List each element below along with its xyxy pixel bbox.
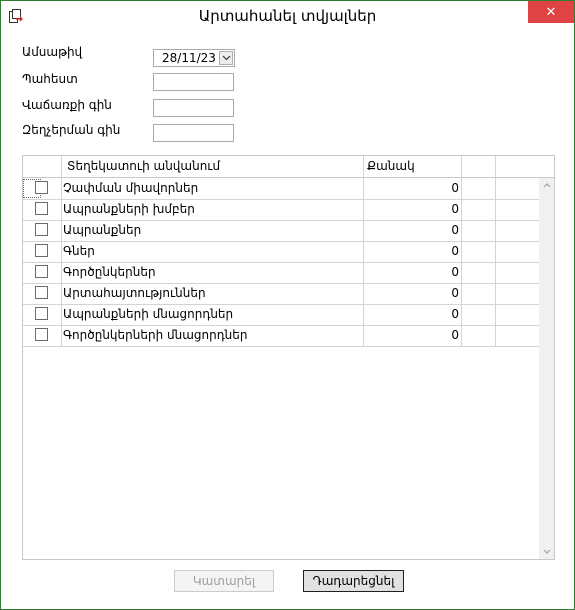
column-header-quantity[interactable]: Քանակ bbox=[367, 159, 415, 173]
row-quantity: 0 bbox=[451, 181, 459, 195]
vertical-scrollbar[interactable] bbox=[539, 178, 554, 559]
date-value: 28/11/23 bbox=[162, 51, 216, 65]
row-checkbox[interactable] bbox=[35, 328, 48, 341]
row-quantity: 0 bbox=[451, 244, 459, 258]
row-checkbox[interactable] bbox=[35, 181, 48, 194]
sale-price-input[interactable] bbox=[153, 99, 234, 117]
row-name: Արտահայտություններ bbox=[63, 286, 206, 300]
table-row[interactable]: Չափման միավորներ 0 bbox=[23, 178, 540, 200]
row-quantity: 0 bbox=[451, 223, 459, 237]
cancel-button-label: Դադարեցնել bbox=[312, 574, 395, 588]
chevron-down-icon[interactable] bbox=[219, 51, 233, 65]
close-icon: ✕ bbox=[545, 4, 557, 20]
column-header-name[interactable]: Տեղեկատուի անվանում bbox=[67, 159, 220, 173]
row-checkbox[interactable] bbox=[35, 223, 48, 236]
reference-table: Տեղեկատուի անվանում Քանակ Չափման միավորն… bbox=[22, 155, 555, 560]
row-name: Գներ bbox=[63, 244, 95, 258]
row-name: Գործընկերների մնացորդներ bbox=[63, 328, 248, 342]
row-quantity: 0 bbox=[451, 307, 459, 321]
table-row[interactable]: Գործընկերների մնացորդներ 0 bbox=[23, 325, 540, 347]
execute-button[interactable]: Կատարել bbox=[174, 570, 274, 592]
row-name: Ապրանքներ bbox=[63, 223, 142, 237]
row-checkbox[interactable] bbox=[35, 286, 48, 299]
table-row[interactable]: Գներ 0 bbox=[23, 241, 540, 263]
row-quantity: 0 bbox=[451, 202, 459, 216]
row-checkbox[interactable] bbox=[35, 307, 48, 320]
warehouse-input[interactable] bbox=[153, 73, 234, 91]
sale-price-label: Վաճառքի գին bbox=[22, 98, 112, 112]
discount-price-label: Զեղչերման գին bbox=[22, 123, 121, 137]
window-title: Արտահանել տվյալներ bbox=[198, 7, 377, 25]
close-button[interactable]: ✕ bbox=[528, 1, 574, 23]
table-row[interactable]: Ապրանքների մնացորդներ 0 bbox=[23, 304, 540, 326]
row-checkbox[interactable] bbox=[35, 244, 48, 257]
scroll-up-icon[interactable] bbox=[539, 178, 554, 193]
warehouse-label: Պահեստ bbox=[22, 72, 78, 86]
row-checkbox[interactable] bbox=[35, 265, 48, 278]
table-row[interactable]: Ապրանքների խմբեր 0 bbox=[23, 199, 540, 221]
date-label: Ամսաթիվ bbox=[22, 45, 83, 59]
export-dialog: Արտահանել տվյալներ ✕ Ամսաթիվ 28/11/23 Պա… bbox=[0, 0, 575, 610]
row-name: Չափման միավորներ bbox=[63, 181, 199, 195]
title-bar: Արտահանել տվյալներ ✕ bbox=[1, 1, 574, 32]
row-name: Գործընկերներ bbox=[63, 265, 156, 279]
row-checkbox[interactable] bbox=[35, 202, 48, 215]
row-name: Ապրանքների մնացորդներ bbox=[63, 307, 234, 321]
table-row[interactable]: Արտահայտություններ 0 bbox=[23, 283, 540, 305]
table-row[interactable]: Գործընկերներ 0 bbox=[23, 262, 540, 284]
row-quantity: 0 bbox=[451, 328, 459, 342]
scroll-down-icon[interactable] bbox=[539, 544, 554, 559]
execute-button-label: Կատարել bbox=[192, 574, 256, 588]
row-name: Ապրանքների խմբեր bbox=[63, 202, 195, 216]
date-picker[interactable]: 28/11/23 bbox=[153, 49, 235, 67]
row-quantity: 0 bbox=[451, 286, 459, 300]
row-quantity: 0 bbox=[451, 265, 459, 279]
cancel-button[interactable]: Դադարեցնել bbox=[303, 570, 404, 592]
table-row[interactable]: Ապրանքներ 0 bbox=[23, 220, 540, 242]
table-header: Տեղեկատուի անվանում Քանակ bbox=[23, 156, 554, 178]
discount-price-input[interactable] bbox=[153, 124, 234, 142]
